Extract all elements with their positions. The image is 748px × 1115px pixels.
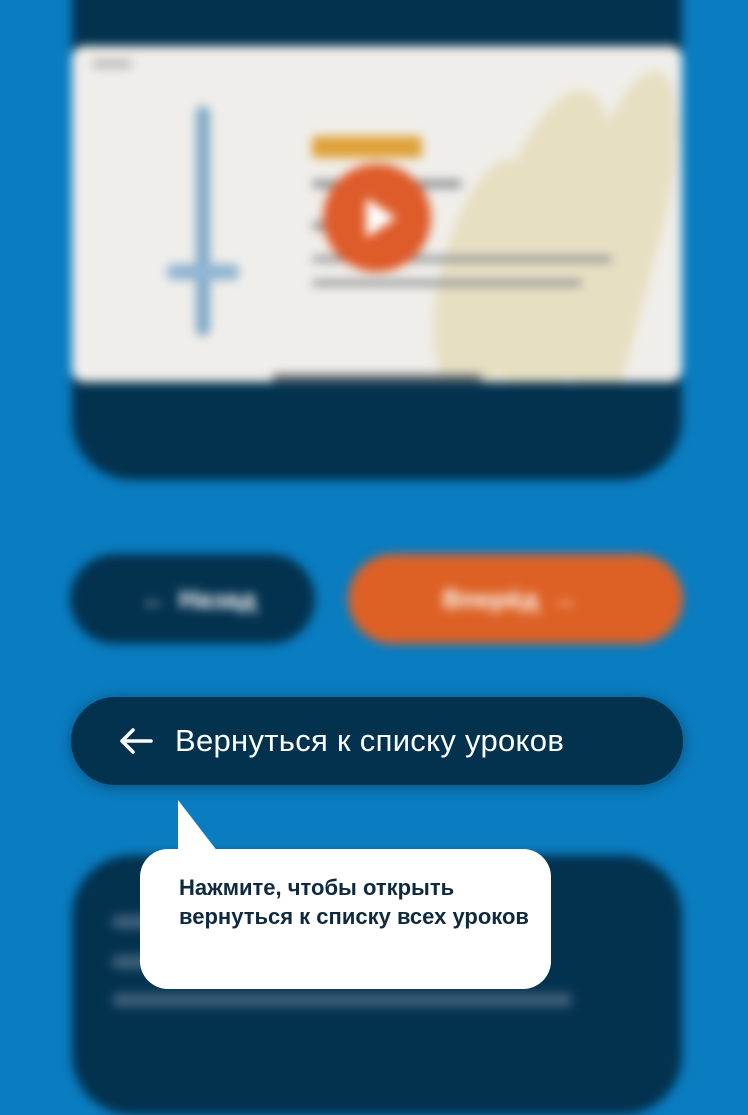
- video-logo: [92, 60, 132, 68]
- play-button[interactable]: [323, 164, 431, 272]
- description-text-line: [112, 993, 572, 1007]
- tooltip-pointer: [178, 800, 218, 852]
- back-to-lessons-label: Вернуться к списку уроков: [175, 723, 565, 758]
- video-progress-bar: [272, 374, 482, 382]
- previous-lesson-label: Назад: [178, 583, 257, 614]
- sword-illustration: [196, 106, 210, 336]
- play-icon: [366, 198, 396, 238]
- back-to-lessons-button[interactable]: Вернуться к списку уроков: [71, 697, 683, 785]
- hint-tooltip: Нажмите, чтобы открыть вернуться к списк…: [140, 849, 551, 989]
- video-title-placeholder: [312, 136, 422, 158]
- video-text-line: [312, 280, 582, 286]
- arrow-right-icon: →: [550, 583, 577, 614]
- arrow-left-icon: ←: [140, 583, 167, 614]
- next-lesson-label: Вперёд: [442, 583, 539, 614]
- tooltip-text: Нажмите, чтобы открыть вернуться к списк…: [179, 875, 529, 929]
- next-lesson-button[interactable]: Вперёд →: [348, 554, 683, 644]
- sword-guard-illustration: [167, 264, 239, 280]
- previous-lesson-button[interactable]: ← Назад: [70, 554, 315, 644]
- arrow-left-icon: [120, 728, 153, 754]
